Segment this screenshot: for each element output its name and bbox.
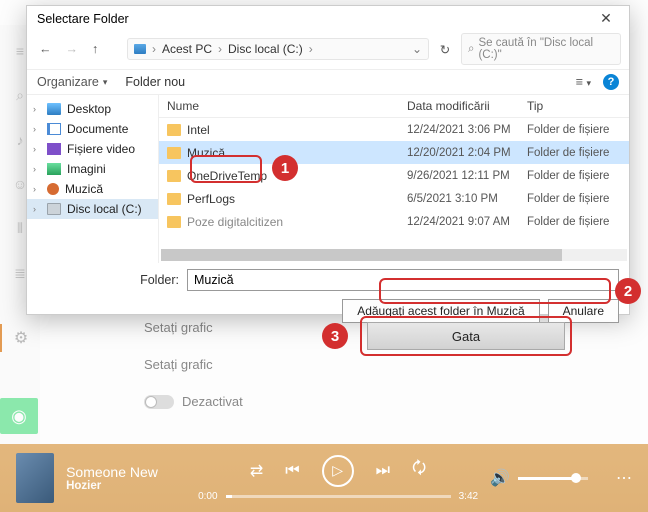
track-artist: Hozier	[66, 480, 186, 492]
documents-icon	[47, 123, 61, 135]
volume-icon[interactable]: 🔊	[490, 468, 510, 488]
settings-panel: Setați grafic Setați grafic Dezactivat	[144, 320, 243, 431]
search-icon[interactable]: ⌕	[16, 87, 24, 104]
time-total: 3:42	[459, 491, 478, 502]
toggle-label: Dezactivat	[182, 394, 243, 409]
folder-label: Folder:	[37, 273, 179, 287]
next-track-icon[interactable]: ⏭	[376, 462, 390, 480]
table-row[interactable]: Poze digitalcitizen12/24/2021 9:07 AMFol…	[159, 210, 629, 233]
column-headers[interactable]: Nume Data modificării Tip	[159, 95, 629, 118]
chevron-down-icon[interactable]: ⌄	[412, 42, 422, 56]
prev-track-icon[interactable]: ⏮	[285, 462, 299, 480]
person-icon[interactable]: ☺	[13, 176, 27, 192]
media-player-bar: Someone New Hozier ⇄ ⏮ ▷ ⏭ 🗘 0:00 3:42 🔊…	[0, 444, 648, 512]
video-icon	[47, 143, 61, 155]
horizontal-scrollbar[interactable]	[161, 249, 627, 261]
close-icon[interactable]: ✕	[591, 10, 621, 27]
table-row[interactable]: Intel12/24/2021 3:06 PMFolder de fișiere	[159, 118, 629, 141]
folder-input[interactable]	[187, 269, 619, 291]
pc-icon	[134, 44, 146, 54]
music-icon	[47, 183, 59, 195]
seek-bar[interactable]	[226, 495, 451, 498]
more-icon[interactable]: ⋯	[616, 468, 632, 488]
folder-icon	[167, 170, 181, 182]
folder-icon	[167, 147, 181, 159]
table-row[interactable]: OneDriveTemp9/26/2021 12:11 PMFolder de …	[159, 164, 629, 187]
file-list[interactable]: Nume Data modificării Tip Intel12/24/202…	[159, 95, 629, 263]
playlist-icon[interactable]: ≣	[14, 265, 26, 282]
refresh-icon[interactable]: ↻	[433, 42, 457, 57]
forward-icon: →	[66, 42, 79, 56]
folder-icon	[167, 193, 181, 205]
add-folder-button[interactable]: Adăugați acest folder în Muzică	[342, 299, 539, 323]
time-elapsed: 0:00	[198, 491, 217, 502]
play-button[interactable]: ▷	[322, 455, 354, 487]
search-input[interactable]: ⌕ Se caută în "Disc local (C:)"	[461, 33, 621, 65]
volume-slider[interactable]	[518, 477, 588, 480]
search-icon: ⌕	[468, 43, 474, 56]
table-row[interactable]: Muzică12/20/2021 2:04 PMFolder de fișier…	[159, 141, 629, 164]
desktop-icon	[47, 103, 61, 115]
setting-label: Setați grafic	[144, 357, 213, 372]
menu-icon[interactable]: ≡	[16, 43, 24, 59]
disk-icon	[47, 203, 61, 215]
repeat-icon[interactable]: 🗘	[412, 457, 426, 484]
folder-icon	[167, 216, 181, 228]
up-icon[interactable]: ↑	[92, 42, 98, 56]
help-icon[interactable]: ?	[603, 74, 619, 90]
track-title: Someone New	[66, 464, 186, 480]
images-icon	[47, 163, 61, 175]
done-button[interactable]: Gata	[367, 322, 565, 350]
new-folder-button[interactable]: Folder nou	[125, 75, 185, 89]
shuffle-icon[interactable]: ⇄	[250, 461, 263, 481]
dialog-title: Selectare Folder	[37, 12, 129, 26]
folder-tree[interactable]: ›Desktop ›Documente ›Fișiere video ›Imag…	[27, 95, 159, 263]
folder-icon	[167, 124, 181, 136]
table-row[interactable]: PerfLogs6/5/2021 3:10 PMFolder de fișier…	[159, 187, 629, 210]
library-icon[interactable]: ⦀	[17, 220, 23, 237]
toggle-switch[interactable]	[144, 395, 174, 409]
back-icon[interactable]: ←	[39, 42, 52, 56]
spotify-icon[interactable]: ◉	[0, 398, 38, 434]
organize-menu[interactable]: Organizare ▾	[37, 75, 107, 89]
music-note-icon[interactable]: ♪	[17, 132, 24, 148]
cancel-button[interactable]: Anulare	[548, 299, 619, 323]
address-bar[interactable]: › Acest PC › Disc local (C:) › ⌄	[127, 38, 429, 60]
album-art[interactable]	[16, 453, 54, 503]
folder-select-dialog: Selectare Folder ✕ ← → ↑ › Acest PC › Di…	[26, 5, 630, 315]
view-menu-icon[interactable]: ≡ ▾	[576, 75, 591, 89]
